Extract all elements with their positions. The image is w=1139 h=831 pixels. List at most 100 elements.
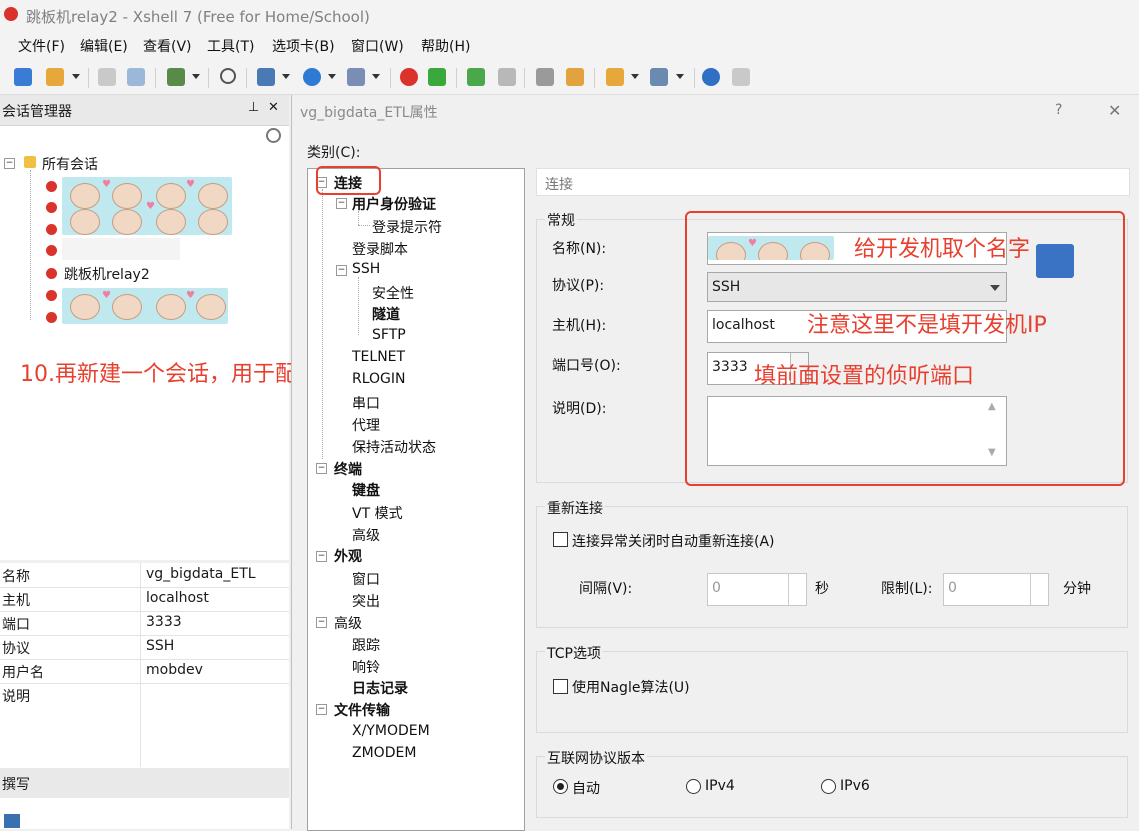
toolbar-separator [524, 68, 525, 88]
session-icon [46, 245, 57, 256]
tree-item-xymodem[interactable]: X/YMODEM [352, 723, 430, 739]
redacted-session-name[interactable]: ♥ ♥ [62, 288, 228, 324]
tree-item-keyboard[interactable]: 键盘 [352, 480, 380, 500]
collapse-icon[interactable]: − [4, 158, 15, 169]
font-icon[interactable] [347, 68, 365, 86]
tree-item-tunnel[interactable]: 隧道 [372, 304, 400, 324]
interval-field[interactable]: 0 [707, 573, 807, 606]
tree-item-login-script[interactable]: 登录脚本 [352, 239, 408, 259]
radio-ipv4[interactable] [686, 779, 701, 794]
connect-icon[interactable] [98, 68, 116, 86]
window-title: 跳板机relay2 - Xshell 7 (Free for Home/Scho… [26, 8, 370, 26]
menu-help[interactable]: 帮助(H) [421, 36, 470, 56]
auto-reconnect-checkbox[interactable] [553, 532, 568, 547]
tree-item-telnet[interactable]: TELNET [352, 349, 405, 365]
tree-item-trace[interactable]: 跟踪 [352, 635, 380, 655]
font-dropdown-icon[interactable] [372, 74, 380, 79]
disconnect-icon[interactable] [127, 68, 145, 86]
help-button[interactable]: ? [1055, 102, 1062, 118]
properties-icon[interactable] [167, 68, 185, 86]
tree-root-label[interactable]: 所有会话 [42, 154, 98, 174]
tree-item-sftp[interactable]: SFTP [372, 327, 406, 343]
tree-item-terminal[interactable]: 终端 [334, 459, 362, 479]
tree-item-rlogin[interactable]: RLOGIN [352, 371, 406, 387]
title-bar: 跳板机relay2 - Xshell 7 (Free for Home/Scho… [0, 0, 1139, 30]
session-relay2[interactable]: 跳板机relay2 [64, 264, 150, 284]
tree-item-window[interactable]: 窗口 [352, 569, 380, 589]
auto-reconnect-label[interactable]: 连接异常关闭时自动重新连接(A) [572, 531, 775, 551]
tree-item-highlight[interactable]: 突出 [352, 591, 380, 611]
transfer-icon[interactable] [257, 68, 275, 86]
radio-auto[interactable] [553, 779, 568, 794]
new-session-icon[interactable] [14, 68, 32, 86]
transfer-dropdown-icon[interactable] [282, 74, 290, 79]
blurred-session-name[interactable] [62, 238, 180, 260]
interval-spinner[interactable] [788, 574, 806, 605]
ip-version-label: 互联网协议版本 [545, 748, 647, 768]
tree-item-ssh[interactable]: SSH [352, 261, 380, 277]
pin-icon[interactable]: ⊥ [248, 100, 259, 115]
radio-ipv4-label[interactable]: IPv4 [705, 778, 735, 794]
chat-icon[interactable] [732, 68, 750, 86]
redacted-session-name[interactable]: ♥ ♥ ♥ [62, 177, 232, 235]
tree-item-serial[interactable]: 串口 [352, 393, 380, 413]
tree-item-bell[interactable]: 响铃 [352, 657, 380, 677]
menu-file[interactable]: 文件(F) [18, 36, 65, 56]
prop-key: 协议 [2, 641, 30, 657]
xshell-icon[interactable] [400, 68, 418, 86]
table-row: 端口 3333 [0, 611, 289, 636]
tree-item-vt-mode[interactable]: VT 模式 [352, 503, 403, 523]
add-folder-dropdown-icon[interactable] [631, 74, 639, 79]
nagle-label[interactable]: 使用Nagle算法(U) [572, 677, 690, 697]
tree-item-security[interactable]: 安全性 [372, 283, 414, 303]
tree-item-file-transfer[interactable]: 文件传输 [334, 700, 390, 720]
session-tree: − 所有会话 ♥ ♥ ♥ 跳板机relay2 ♥ ♥ [0, 126, 289, 560]
limit-spinner[interactable] [1030, 574, 1048, 605]
close-button[interactable]: ✕ [1108, 101, 1121, 120]
compose-input[interactable] [0, 798, 289, 829]
limit-field[interactable]: 0 [943, 573, 1049, 606]
menu-window[interactable]: 窗口(W) [351, 36, 404, 56]
tree-item-keepalive[interactable]: 保持活动状态 [352, 437, 436, 457]
tree-item-proxy[interactable]: 代理 [352, 415, 380, 435]
tree-item-advanced[interactable]: 高级 [334, 613, 362, 633]
lock-icon[interactable] [498, 68, 516, 86]
session-icon [46, 202, 57, 213]
table-row: 用户名 mobdev [0, 659, 289, 684]
open-folder-icon[interactable] [46, 68, 64, 86]
keyboard-icon[interactable] [536, 68, 554, 86]
layout-icon[interactable] [650, 68, 668, 86]
highlight-icon[interactable] [566, 68, 584, 86]
tree-item-appearance[interactable]: 外观 [334, 546, 362, 566]
layout-dropdown-icon[interactable] [676, 74, 684, 79]
nagle-checkbox[interactable] [553, 679, 568, 694]
help-icon[interactable] [702, 68, 720, 86]
radio-auto-label[interactable]: 自动 [572, 778, 600, 798]
radio-ipv6-label[interactable]: IPv6 [840, 778, 870, 794]
radio-ipv6[interactable] [821, 779, 836, 794]
prop-key: 主机 [2, 593, 30, 609]
tree-item-login-prompt[interactable]: 登录提示符 [372, 217, 442, 237]
table-row: 协议 SSH [0, 635, 289, 660]
toolbar [0, 60, 1139, 95]
annotation-name: 给开发机取个名字 [854, 237, 1031, 262]
menu-tabs[interactable]: 选项卡(B) [272, 36, 335, 56]
add-folder-icon[interactable] [606, 68, 624, 86]
open-dropdown-icon[interactable] [72, 74, 80, 79]
tree-item-logging[interactable]: 日志记录 [352, 678, 408, 698]
globe-icon[interactable] [303, 68, 321, 86]
menu-tools[interactable]: 工具(T) [207, 36, 254, 56]
tree-item-zmodem[interactable]: ZMODEM [352, 745, 416, 761]
menu-edit[interactable]: 编辑(E) [80, 36, 128, 56]
search-icon[interactable] [220, 68, 236, 84]
globe-dropdown-icon[interactable] [328, 74, 336, 79]
fullscreen-icon[interactable] [467, 68, 485, 86]
xftp-icon[interactable] [428, 68, 446, 86]
tree-item-auth[interactable]: 用户身份验证 [352, 194, 436, 214]
close-panel-icon[interactable]: ✕ [268, 100, 279, 115]
search-icon[interactable] [266, 128, 281, 143]
toolbar-separator [694, 68, 695, 88]
tree-item-terminal-advanced[interactable]: 高级 [352, 525, 380, 545]
menu-view[interactable]: 查看(V) [143, 36, 192, 56]
properties-dropdown-icon[interactable] [192, 74, 200, 79]
